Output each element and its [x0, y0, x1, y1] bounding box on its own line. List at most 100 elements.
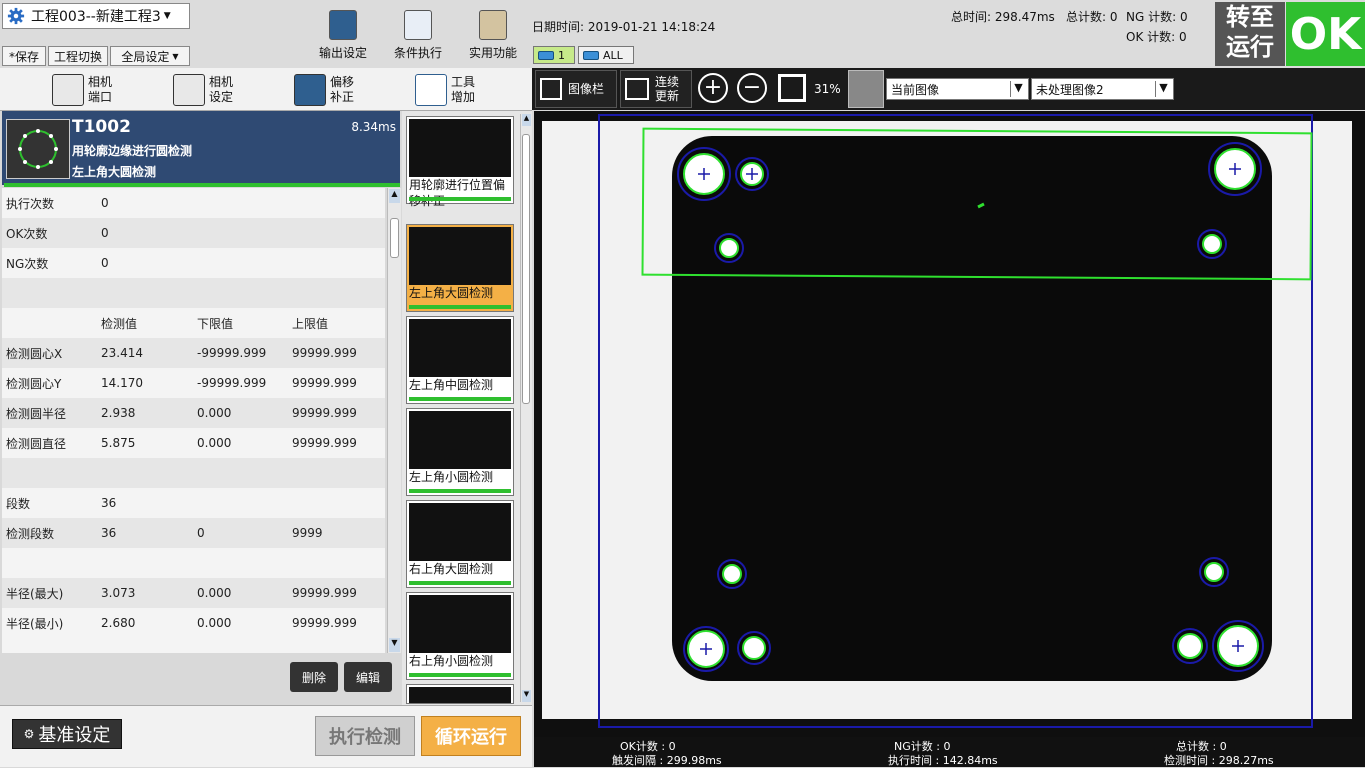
scroll-up-icon[interactable]: ▲ [522, 114, 531, 126]
raw-image-select[interactable]: 未处理图像2 ▼ [1031, 78, 1174, 100]
thumb-card-partial[interactable] [406, 684, 514, 704]
output-settings-label: 输出设定 [318, 46, 367, 60]
row-label: 检测圆心Y [6, 376, 62, 391]
switch-run-button[interactable]: 转至 运行 [1215, 2, 1285, 66]
row-value: 下限值 [197, 316, 234, 331]
table-row: 检测圆心X 23.414 -99999.999 99999.999 [2, 338, 385, 368]
thumb-status-bar [409, 197, 511, 201]
offset-icon [294, 74, 326, 106]
scroll-thumb[interactable] [390, 218, 399, 258]
row-value: 36 [101, 526, 117, 540]
row-value: 36 [101, 496, 117, 510]
thumb-status-bar [409, 305, 511, 309]
global-settings-label: 全局设定 [121, 49, 170, 64]
thumb-card[interactable]: 用轮廓进行位置偏移补正 [406, 116, 514, 208]
row-label: OK次数 [6, 226, 48, 241]
status-bar: OK计数 : 0 NG计数 : 0 总计数 : 0 触发间隔 : 299.98m… [534, 737, 1365, 767]
thumb-card[interactable]: 左上角小圆检测 [406, 408, 514, 496]
row-value: 23.414 [101, 346, 143, 360]
row-value: 99999.999 [292, 376, 357, 390]
add-tool-line2: 增加 [451, 90, 476, 104]
total-time: 总时间: 298.47ms [951, 10, 1055, 24]
edit-button[interactable]: 编辑 [344, 662, 392, 692]
global-settings-button[interactable]: 全局设定 ▼ [110, 46, 190, 66]
continuous-line2: 更新 [655, 89, 680, 103]
scroll-up-icon[interactable]: ▲ [389, 189, 400, 203]
image-viewport[interactable] [534, 111, 1365, 737]
action-bar [2, 653, 400, 705]
thumb-card[interactable]: 左上角中圆检测 [406, 316, 514, 404]
exec-detect-button[interactable]: 执行检测 [315, 716, 415, 756]
project-name: 工程003--新建工程3 [31, 9, 161, 25]
table-row [2, 278, 385, 308]
utility-label: 实用功能 [468, 46, 517, 60]
zoom-out-icon[interactable]: − [737, 73, 767, 103]
delete-button[interactable]: 删除 [290, 662, 338, 692]
row-value: -99999.999 [197, 376, 267, 390]
thumb-label: 用轮廓进行位置偏移补正 [409, 178, 506, 208]
status-exec-time: 执行时间 : 142.84ms [888, 754, 998, 767]
current-image-select[interactable]: 当前图像 ▼ [886, 78, 1029, 100]
port-1-button[interactable]: 1 [533, 46, 575, 64]
status-detect-time: 检测时间 : 298.27ms [1164, 754, 1274, 767]
table-row: OK次数 0 [2, 218, 385, 248]
output-settings-button[interactable]: 输出设定 [312, 4, 374, 68]
row-value: 99999.999 [292, 616, 357, 630]
table-row: NG次数 0 [2, 248, 385, 278]
camera-port-button[interactable]: 相机 端口 [52, 72, 112, 108]
roi-select-icon[interactable] [848, 70, 884, 108]
zoom-in-icon[interactable]: + [698, 73, 728, 103]
thumb-card[interactable]: 右上角大圆检测 [406, 500, 514, 588]
save-button[interactable]: *保存 [2, 46, 46, 66]
table-row: 检测值 下限值 上限值 [2, 308, 385, 338]
thumb-status-bar [409, 397, 511, 401]
thumb-label: 右上角小圆检测 [409, 654, 494, 668]
baseline-button[interactable]: ⚙ 基准设定 [12, 719, 122, 749]
loop-run-button[interactable]: 循环运行 [421, 716, 521, 756]
row-value: 2.938 [101, 406, 136, 420]
table-row [2, 458, 385, 488]
current-image-value: 当前图像 [891, 82, 940, 97]
table-row: 执行次数 0 [2, 188, 385, 218]
thumb-card-selected[interactable]: 左上角大圆检测 [406, 224, 514, 312]
port-all-button[interactable]: ALL [578, 46, 634, 64]
camera-icon [538, 50, 554, 60]
conditional-exec-button[interactable]: 条件执行 [387, 4, 449, 68]
scroll-down-icon[interactable]: ▼ [522, 690, 531, 702]
thumb-card[interactable]: 右上角小圆检测 [406, 592, 514, 680]
table-row: 检测圆直径 5.875 0.000 99999.999 [2, 428, 385, 458]
tool-id: T1002 [72, 117, 131, 137]
row-value: 99999.999 [292, 406, 357, 420]
offset-correction-line2: 补正 [330, 90, 355, 104]
chevron-down-icon: ▼ [1010, 81, 1026, 97]
offset-correction-button[interactable]: 偏移 补正 [294, 72, 354, 108]
row-value: 14.170 [101, 376, 143, 390]
thumb-label: 左上角大圆检测 [409, 286, 494, 300]
scroll-thumb[interactable] [522, 134, 530, 404]
raw-image-value: 未处理图像2 [1036, 82, 1104, 97]
thumb-image [409, 319, 511, 377]
fit-screen-icon[interactable] [778, 74, 806, 102]
camera-settings-button[interactable]: 相机 设定 [173, 72, 233, 108]
image-bar-button[interactable]: 图像栏 [535, 70, 617, 108]
continuous-update-button[interactable]: 连续 更新 [620, 70, 692, 108]
row-value: 0 [101, 196, 109, 210]
image-bar-label: 图像栏 [568, 82, 605, 96]
table-row [2, 548, 385, 578]
row-value: 0.000 [197, 586, 232, 600]
row-label: 半径(最大) [6, 586, 64, 601]
row-label: 半径(最小) [6, 616, 64, 631]
table-row: 段数 36 [2, 488, 385, 518]
project-switch-button[interactable]: 工程切换 [48, 46, 108, 66]
add-tool-line1: 工具 [451, 75, 476, 89]
table-scrollbar[interactable]: ▲ ▼ [387, 188, 401, 653]
row-label: 检测圆直径 [6, 436, 67, 451]
project-selector[interactable]: 工程003--新建工程3 ▼ [2, 3, 190, 29]
row-value: 99999.999 [292, 346, 357, 360]
add-tool-button[interactable]: 工具 增加 [415, 72, 475, 108]
thumb-scrollbar[interactable]: ▲ ▼ [520, 114, 531, 702]
scroll-down-icon[interactable]: ▼ [389, 638, 400, 652]
thumb-image [409, 503, 511, 561]
utility-button[interactable]: 实用功能 [462, 4, 524, 68]
result-rows: 执行次数 0 OK次数 0 NG次数 0 检测值 下限值 上限值 检测圆心X 23.414 -9999… [2, 188, 385, 638]
